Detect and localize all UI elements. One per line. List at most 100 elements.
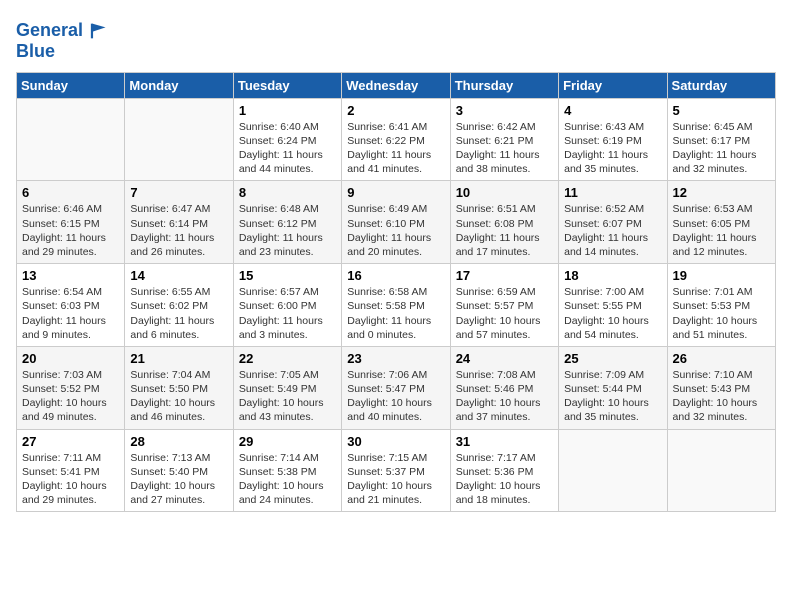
cell-info: Sunrise: 7:01 AM Sunset: 5:53 PM Dayligh… [673, 285, 770, 342]
day-number: 31 [456, 434, 553, 449]
day-number: 10 [456, 185, 553, 200]
cell-info: Sunrise: 7:00 AM Sunset: 5:55 PM Dayligh… [564, 285, 661, 342]
day-number: 2 [347, 103, 444, 118]
cell-info: Sunrise: 6:51 AM Sunset: 6:08 PM Dayligh… [456, 202, 553, 259]
calendar-cell [559, 429, 667, 512]
calendar-cell: 31 Sunrise: 7:17 AM Sunset: 5:36 PM Dayli… [450, 429, 558, 512]
calendar-cell: 30Sunrise: 7:15 AM Sunset: 5:37 PM Dayli… [342, 429, 450, 512]
day-number: 6 [22, 185, 119, 200]
day-number: 16 [347, 268, 444, 283]
calendar-cell: 18 Sunrise: 7:00 AM Sunset: 5:55 PM Dayli… [559, 264, 667, 347]
cell-info: Sunrise: 6:53 AM Sunset: 6:05 PM Dayligh… [673, 202, 770, 259]
logo-blue-text: Blue [16, 42, 107, 62]
day-number: 22 [239, 351, 336, 366]
calendar-cell: 29Sunrise: 7:14 AM Sunset: 5:38 PM Dayli… [233, 429, 341, 512]
day-number: 1 [239, 103, 336, 118]
day-number: 17 [456, 268, 553, 283]
cell-info: Sunrise: 7:15 AM Sunset: 5:37 PM Dayligh… [347, 451, 444, 508]
day-number: 25 [564, 351, 661, 366]
calendar-cell: 3Sunrise: 6:42 AM Sunset: 6:21 PM Daylig… [450, 98, 558, 181]
logo-icon [85, 20, 107, 42]
day-number: 26 [673, 351, 770, 366]
calendar-cell: 2 Sunrise: 6:41 AM Sunset: 6:22 PM Daylig… [342, 98, 450, 181]
day-number: 28 [130, 434, 227, 449]
calendar-cell: 8Sunrise: 6:48 AM Sunset: 6:12 PM Daylig… [233, 181, 341, 264]
calendar-cell: 16 Sunrise: 6:58 AM Sunset: 5:58 PM Dayli… [342, 264, 450, 347]
day-number: 21 [130, 351, 227, 366]
calendar-week-3: 13 Sunrise: 6:54 AM Sunset: 6:03 PM Dayli… [17, 264, 776, 347]
day-number: 27 [22, 434, 119, 449]
cell-info: Sunrise: 7:08 AM Sunset: 5:46 PM Dayligh… [456, 368, 553, 425]
calendar-cell: 4 Sunrise: 6:43 AM Sunset: 6:19 PM Daylig… [559, 98, 667, 181]
day-number: 20 [22, 351, 119, 366]
day-header-friday: Friday [559, 72, 667, 98]
cell-info: Sunrise: 6:49 AM Sunset: 6:10 PM Dayligh… [347, 202, 444, 259]
day-number: 15 [239, 268, 336, 283]
cell-info: Sunrise: 7:04 AM Sunset: 5:50 PM Dayligh… [130, 368, 227, 425]
cell-info: Sunrise: 6:54 AM Sunset: 6:03 PM Dayligh… [22, 285, 119, 342]
calendar-week-2: 6 Sunrise: 6:46 AM Sunset: 6:15 PM Daylig… [17, 181, 776, 264]
day-header-tuesday: Tuesday [233, 72, 341, 98]
day-number: 23 [347, 351, 444, 366]
day-number: 5 [673, 103, 770, 118]
calendar-table: SundayMondayTuesdayWednesdayThursdayFrid… [16, 72, 776, 512]
calendar-week-5: 27Sunrise: 7:11 AM Sunset: 5:41 PM Dayli… [17, 429, 776, 512]
calendar-cell: 9 Sunrise: 6:49 AM Sunset: 6:10 PM Daylig… [342, 181, 450, 264]
calendar-cell: 21 Sunrise: 7:04 AM Sunset: 5:50 PM Dayli… [125, 346, 233, 429]
calendar-cell: 23Sunrise: 7:06 AM Sunset: 5:47 PM Dayli… [342, 346, 450, 429]
cell-info: Sunrise: 7:03 AM Sunset: 5:52 PM Dayligh… [22, 368, 119, 425]
cell-info: Sunrise: 7:05 AM Sunset: 5:49 PM Dayligh… [239, 368, 336, 425]
cell-info: Sunrise: 7:13 AM Sunset: 5:40 PM Dayligh… [130, 451, 227, 508]
cell-info: Sunrise: 6:43 AM Sunset: 6:19 PM Dayligh… [564, 120, 661, 177]
logo-text: General [16, 21, 83, 41]
cell-info: Sunrise: 6:58 AM Sunset: 5:58 PM Dayligh… [347, 285, 444, 342]
cell-info: Sunrise: 6:47 AM Sunset: 6:14 PM Dayligh… [130, 202, 227, 259]
calendar-cell: 22 Sunrise: 7:05 AM Sunset: 5:49 PM Dayli… [233, 346, 341, 429]
day-number: 13 [22, 268, 119, 283]
day-number: 9 [347, 185, 444, 200]
day-header-monday: Monday [125, 72, 233, 98]
day-number: 12 [673, 185, 770, 200]
calendar-header-row: SundayMondayTuesdayWednesdayThursdayFrid… [17, 72, 776, 98]
calendar-cell: 25 Sunrise: 7:09 AM Sunset: 5:44 PM Dayli… [559, 346, 667, 429]
calendar-cell: 1 Sunrise: 6:40 AM Sunset: 6:24 PM Daylig… [233, 98, 341, 181]
calendar-cell: 17 Sunrise: 6:59 AM Sunset: 5:57 PM Dayli… [450, 264, 558, 347]
cell-info: Sunrise: 6:55 AM Sunset: 6:02 PM Dayligh… [130, 285, 227, 342]
day-number: 8 [239, 185, 336, 200]
calendar-cell: 5Sunrise: 6:45 AM Sunset: 6:17 PM Daylig… [667, 98, 775, 181]
cell-info: Sunrise: 6:46 AM Sunset: 6:15 PM Dayligh… [22, 202, 119, 259]
calendar-cell: 15 Sunrise: 6:57 AM Sunset: 6:00 PM Dayli… [233, 264, 341, 347]
cell-info: Sunrise: 7:17 AM Sunset: 5:36 PM Dayligh… [456, 451, 553, 508]
day-header-sunday: Sunday [17, 72, 125, 98]
calendar-cell [667, 429, 775, 512]
calendar-cell: 20 Sunrise: 7:03 AM Sunset: 5:52 PM Dayli… [17, 346, 125, 429]
cell-info: Sunrise: 6:41 AM Sunset: 6:22 PM Dayligh… [347, 120, 444, 177]
day-number: 4 [564, 103, 661, 118]
calendar-cell [17, 98, 125, 181]
calendar-cell: 7Sunrise: 6:47 AM Sunset: 6:14 PM Daylig… [125, 181, 233, 264]
day-header-thursday: Thursday [450, 72, 558, 98]
calendar-cell: 24 Sunrise: 7:08 AM Sunset: 5:46 PM Dayli… [450, 346, 558, 429]
day-header-wednesday: Wednesday [342, 72, 450, 98]
calendar-cell: 12 Sunrise: 6:53 AM Sunset: 6:05 PM Dayli… [667, 181, 775, 264]
cell-info: Sunrise: 6:40 AM Sunset: 6:24 PM Dayligh… [239, 120, 336, 177]
calendar-cell: 26Sunrise: 7:10 AM Sunset: 5:43 PM Dayli… [667, 346, 775, 429]
calendar-cell: 19Sunrise: 7:01 AM Sunset: 5:53 PM Dayli… [667, 264, 775, 347]
logo: General Blue [16, 20, 107, 62]
cell-info: Sunrise: 6:57 AM Sunset: 6:00 PM Dayligh… [239, 285, 336, 342]
calendar-cell: 11Sunrise: 6:52 AM Sunset: 6:07 PM Dayli… [559, 181, 667, 264]
calendar-week-4: 20 Sunrise: 7:03 AM Sunset: 5:52 PM Dayli… [17, 346, 776, 429]
cell-info: Sunrise: 6:59 AM Sunset: 5:57 PM Dayligh… [456, 285, 553, 342]
cell-info: Sunrise: 6:52 AM Sunset: 6:07 PM Dayligh… [564, 202, 661, 259]
day-number: 3 [456, 103, 553, 118]
cell-info: Sunrise: 7:14 AM Sunset: 5:38 PM Dayligh… [239, 451, 336, 508]
cell-info: Sunrise: 7:09 AM Sunset: 5:44 PM Dayligh… [564, 368, 661, 425]
calendar-cell: 13 Sunrise: 6:54 AM Sunset: 6:03 PM Dayli… [17, 264, 125, 347]
calendar-week-1: 1 Sunrise: 6:40 AM Sunset: 6:24 PM Daylig… [17, 98, 776, 181]
day-number: 18 [564, 268, 661, 283]
calendar-cell [125, 98, 233, 181]
day-number: 24 [456, 351, 553, 366]
calendar-cell: 14Sunrise: 6:55 AM Sunset: 6:02 PM Dayli… [125, 264, 233, 347]
calendar-cell: 6 Sunrise: 6:46 AM Sunset: 6:15 PM Daylig… [17, 181, 125, 264]
calendar-cell: 10 Sunrise: 6:51 AM Sunset: 6:08 PM Dayli… [450, 181, 558, 264]
